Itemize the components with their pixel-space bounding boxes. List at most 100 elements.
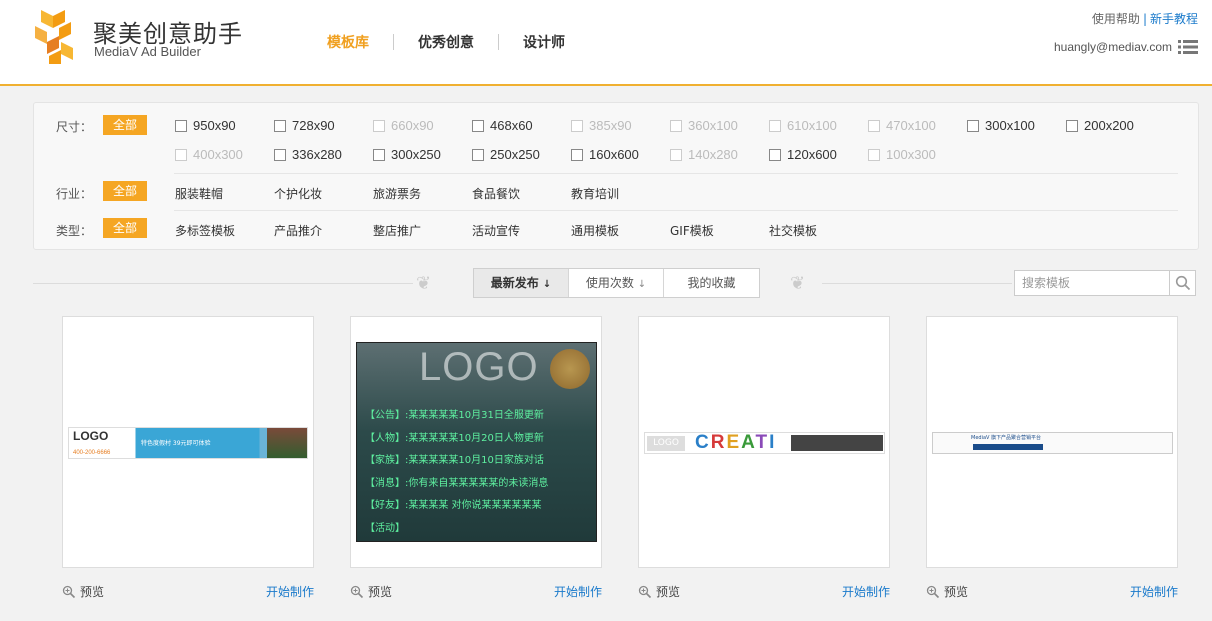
industry-option[interactable]: 个护化妆 (274, 185, 322, 202)
checkbox (670, 148, 682, 161)
template-thumbnail[interactable]: LOGO 【公告】:某某某某某10月31日全服更新 【人物】:某某某某某10月2… (356, 342, 597, 542)
preview-link[interactable]: 预览 (926, 583, 968, 600)
sort-favorites[interactable]: 我的收藏 (664, 269, 759, 297)
size-option-disabled: 360x100 (670, 118, 738, 133)
section-divider-right (822, 283, 1012, 284)
user-email[interactable]: huangly@mediav.com (1054, 40, 1172, 54)
start-making-link[interactable]: 开始制作 (842, 583, 890, 600)
thumbnail-wordmark: CREATI (695, 432, 777, 453)
template-card[interactable]: LOGO CREATI (638, 316, 890, 568)
filter-panel: 尺寸： 全部 950x90 728x90 660x90 468x60 385x9… (33, 102, 1199, 250)
checkbox (769, 119, 781, 132)
checkbox[interactable] (769, 148, 781, 161)
thumbnail-promo (791, 435, 883, 451)
size-option[interactable]: 300x250 (373, 147, 441, 162)
size-all-button[interactable]: 全部 (103, 115, 147, 135)
checkbox[interactable] (373, 148, 385, 161)
industry-option[interactable]: 服装鞋帽 (175, 185, 223, 202)
news-line: 【消息】:你有来自某某某某某的未读消息 (365, 477, 549, 489)
checkbox[interactable] (472, 148, 484, 161)
news-line: 【活动】 (365, 522, 405, 534)
size-option-disabled: 610x100 (769, 118, 837, 133)
start-making-link[interactable]: 开始制作 (554, 583, 602, 600)
size-option[interactable]: 336x280 (274, 147, 342, 162)
search-button[interactable] (1169, 271, 1195, 295)
template-thumbnail[interactable]: MediaV 旗下产品聚合营销平台 (932, 432, 1173, 454)
type-option[interactable]: 产品推介 (274, 222, 322, 239)
size-option[interactable]: 120x600 (769, 147, 837, 162)
nav-template-library[interactable]: 模板库 (310, 32, 393, 52)
nav-featured-creatives[interactable]: 优秀创意 (394, 32, 498, 52)
industry-option[interactable]: 教育培训 (571, 185, 619, 202)
thumbnail-logo: LOGO (419, 345, 539, 389)
ornament-icon: ❦ (790, 273, 806, 294)
sort-latest[interactable]: 最新发布 ↓ (474, 269, 569, 297)
type-all-button[interactable]: 全部 (103, 218, 147, 238)
thumbnail-moon (550, 349, 590, 389)
size-option[interactable]: 950x90 (175, 118, 236, 133)
checkbox[interactable] (274, 119, 286, 132)
checkbox[interactable] (472, 119, 484, 132)
template-card[interactable]: MediaV 旗下产品聚合营销平台 (926, 316, 1178, 568)
size-option[interactable]: 200x200 (1066, 118, 1134, 133)
industry-all-button[interactable]: 全部 (103, 181, 147, 201)
size-option[interactable]: 250x250 (472, 147, 540, 162)
checkbox[interactable] (175, 119, 187, 132)
size-option[interactable]: 300x100 (967, 118, 1035, 133)
template-card[interactable]: LOGO 400-200-6666 特色度假村 39元即可体验 (62, 316, 314, 568)
thumbnail-headline: MediaV 旗下产品聚合营销平台 (971, 435, 1042, 441)
industry-option[interactable]: 食品餐饮 (472, 185, 520, 202)
template-thumbnail[interactable]: LOGO CREATI (644, 432, 885, 454)
checkbox (373, 119, 385, 132)
mediav-logo-icon[interactable] (33, 8, 83, 66)
thumbnail-bar (973, 444, 1043, 450)
checkbox[interactable] (274, 148, 286, 161)
size-option-disabled: 400x300 (175, 147, 243, 162)
link-separator: | (1142, 12, 1147, 26)
type-option[interactable]: 整店推广 (373, 222, 421, 239)
card-footer: 预览 开始制作 (926, 583, 1178, 601)
ornament-icon: ❦ (416, 273, 432, 294)
search-input[interactable] (1015, 271, 1170, 295)
sort-usage[interactable]: 使用次数 ↓ (569, 269, 664, 297)
preview-link[interactable]: 预览 (62, 583, 104, 600)
card-footer: 预览 开始制作 (62, 583, 314, 601)
template-thumbnail[interactable]: LOGO 400-200-6666 特色度假村 39元即可体验 (68, 427, 308, 459)
size-option[interactable]: 160x600 (571, 147, 639, 162)
checkbox[interactable] (967, 119, 979, 132)
thumbnail-slogan: 特色度假村 39元即可体验 (141, 440, 211, 447)
type-option[interactable]: 社交模板 (769, 222, 817, 239)
checkbox (868, 148, 880, 161)
checkbox[interactable] (1066, 119, 1078, 132)
sort-tabs: 最新发布 ↓ 使用次数 ↓ 我的收藏 (473, 268, 760, 298)
news-line: 【好友】:某某某某 对你说某某某某某某 (365, 500, 542, 511)
start-making-link[interactable]: 开始制作 (266, 583, 314, 600)
preview-link[interactable]: 预览 (638, 583, 680, 600)
list-menu-icon[interactable] (1178, 40, 1198, 54)
tutorial-link[interactable]: 新手教程 (1150, 12, 1198, 26)
type-label: 类型： (56, 224, 93, 238)
size-option[interactable]: 468x60 (472, 118, 533, 133)
template-card[interactable]: LOGO 【公告】:某某某某某10月31日全服更新 【人物】:某某某某某10月2… (350, 316, 602, 568)
type-option[interactable]: 活动宣传 (472, 222, 520, 239)
checkbox (175, 148, 187, 161)
news-line: 【家族】:某某某某某10月10日家族对话 (365, 455, 544, 466)
type-option[interactable]: GIF模板 (670, 222, 714, 239)
type-option[interactable]: 通用模板 (571, 222, 619, 239)
type-option[interactable]: 多标签模板 (175, 222, 235, 239)
zoom-in-icon (926, 585, 940, 598)
checkbox[interactable] (571, 148, 583, 161)
divider (174, 210, 1178, 211)
size-option[interactable]: 728x90 (274, 118, 335, 133)
start-making-link[interactable]: 开始制作 (1130, 583, 1178, 600)
size-option-disabled: 470x100 (868, 118, 936, 133)
preview-link[interactable]: 预览 (350, 583, 392, 600)
zoom-in-icon (638, 585, 652, 598)
nav-designers[interactable]: 设计师 (499, 32, 589, 52)
thumbnail-image (267, 428, 307, 458)
brand-name-en: MediaV Ad Builder (94, 44, 201, 59)
zoom-in-icon (350, 585, 364, 598)
industry-option[interactable]: 旅游票务 (373, 185, 421, 202)
help-link[interactable]: 使用帮助 (1092, 12, 1140, 26)
size-option-disabled: 100x300 (868, 147, 936, 162)
